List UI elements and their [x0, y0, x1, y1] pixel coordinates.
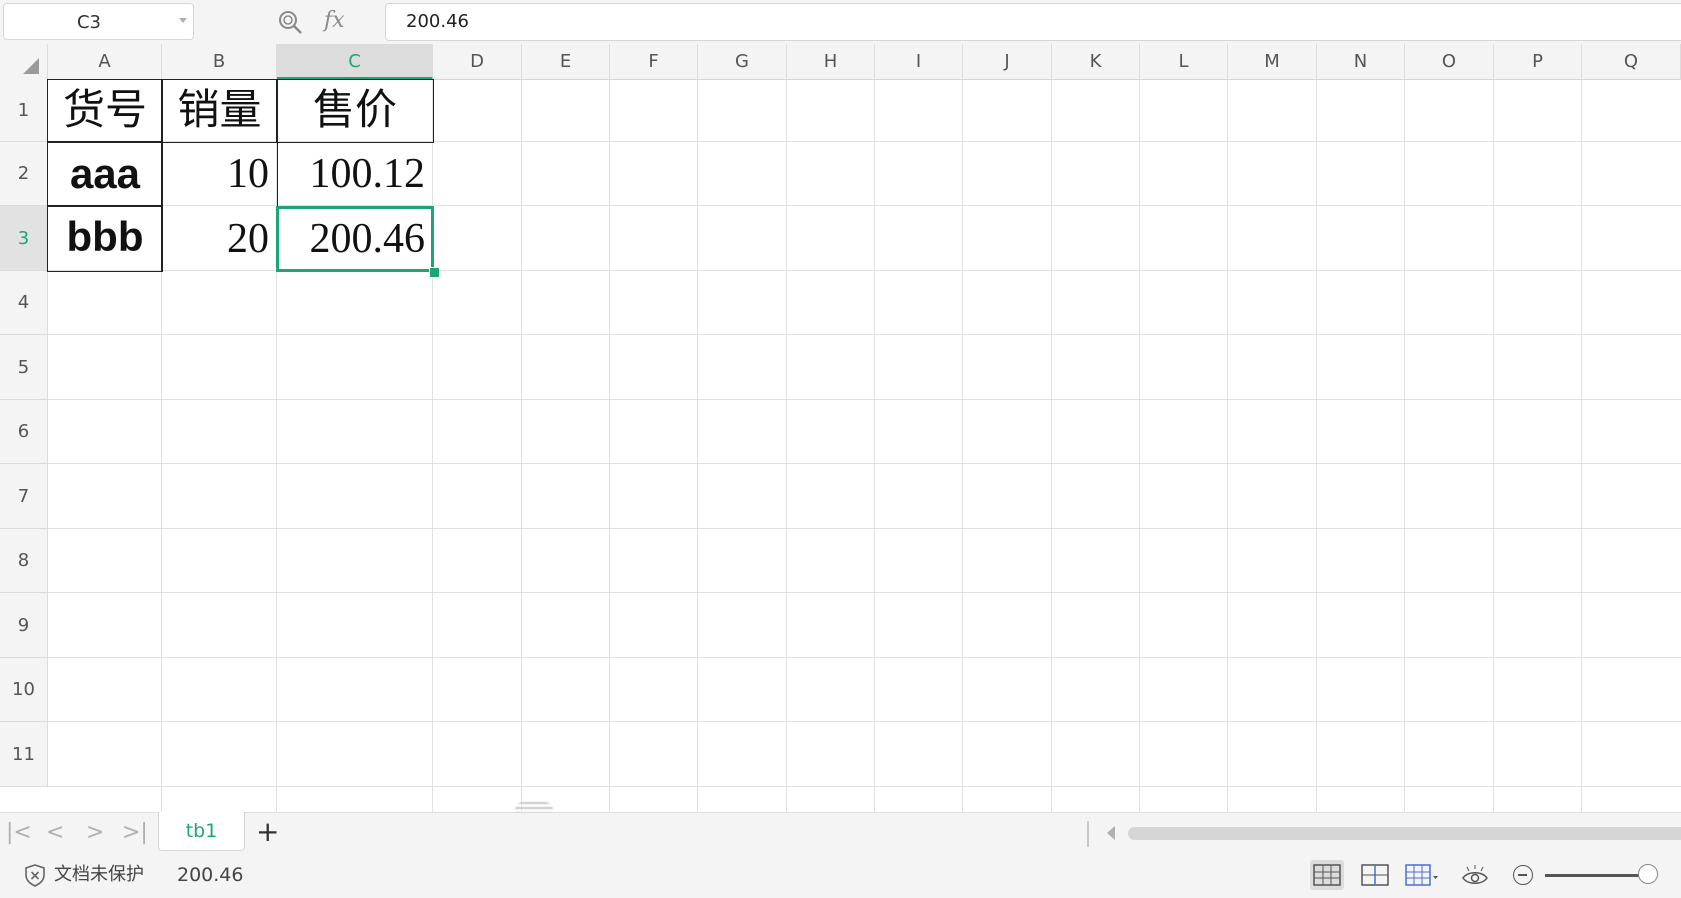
- gridline-vertical: [1493, 80, 1494, 812]
- add-sheet-button[interactable]: +: [256, 813, 279, 853]
- horizontal-scrollbar[interactable]: [1128, 827, 1681, 840]
- scroll-left-icon[interactable]: [1107, 826, 1115, 840]
- column-header-O[interactable]: O: [1405, 44, 1494, 80]
- cell-B3[interactable]: 20: [162, 206, 277, 271]
- zoom-out-icon[interactable]: [1513, 865, 1533, 885]
- column-header-row: ABCDEFGHIJKLMNOPQ: [0, 44, 1681, 80]
- row-header-10[interactable]: 10: [0, 658, 48, 722]
- first-sheet-icon[interactable]: |<: [6, 813, 32, 853]
- column-header-I[interactable]: I: [875, 44, 963, 80]
- gridline-horizontal: [48, 657, 1681, 658]
- page-layout-view-icon[interactable]: [1405, 860, 1439, 890]
- column-header-K[interactable]: K: [1052, 44, 1140, 80]
- gridline-vertical: [1404, 80, 1405, 812]
- gridline-horizontal: [48, 463, 1681, 464]
- gridline-horizontal: [48, 721, 1681, 722]
- zoom-slider-handle[interactable]: [1638, 864, 1658, 884]
- gridline-vertical: [521, 80, 522, 812]
- row-header-3[interactable]: 3: [0, 206, 48, 271]
- sheet-tab-bar: |< < > >| tb1 +: [0, 812, 1681, 852]
- protection-status[interactable]: 文档未保护: [54, 852, 144, 898]
- last-sheet-icon[interactable]: >|: [122, 813, 148, 853]
- name-box[interactable]: C3: [3, 3, 194, 40]
- column-header-G[interactable]: G: [698, 44, 787, 80]
- gridline-vertical: [874, 80, 875, 812]
- gridline-horizontal: [48, 528, 1681, 529]
- row-header-4[interactable]: 4: [0, 271, 48, 335]
- column-header-B[interactable]: B: [162, 44, 277, 80]
- formula-input[interactable]: 200.46: [385, 3, 1681, 41]
- name-box-value: C3: [76, 12, 102, 33]
- selection-value: 200.46: [177, 864, 244, 886]
- gridline-vertical: [1227, 80, 1228, 812]
- fx-icon[interactable]: fx: [324, 6, 345, 36]
- row-header-8[interactable]: 8: [0, 529, 48, 593]
- column-header-D[interactable]: D: [433, 44, 522, 80]
- gridline-horizontal: [48, 334, 1681, 335]
- spreadsheet-grid[interactable]: ABCDEFGHIJKLMNOPQ 1 2 3 4 5 6 7 8 9 10 11 货号 销量 售价…: [0, 44, 1681, 812]
- row-header-5[interactable]: 5: [0, 335, 48, 400]
- fill-handle[interactable]: [429, 267, 440, 278]
- cell-C3[interactable]: 200.46: [277, 206, 433, 271]
- gridline-vertical: [1139, 80, 1140, 812]
- gridline-vertical: [609, 80, 610, 812]
- gridline-vertical: [786, 80, 787, 812]
- chevron-down-icon[interactable]: [179, 18, 187, 23]
- gridline-horizontal: [48, 592, 1681, 593]
- gridline-vertical: [962, 80, 963, 812]
- prev-sheet-icon[interactable]: <: [46, 813, 64, 853]
- sheet-tab-tb1[interactable]: tb1: [158, 812, 245, 851]
- gridline-horizontal: [48, 786, 1681, 787]
- cell-B1[interactable]: 销量: [162, 80, 277, 142]
- column-header-A[interactable]: A: [48, 44, 162, 80]
- mouse-cursor-blur: [515, 802, 553, 812]
- column-header-Q[interactable]: Q: [1582, 44, 1681, 80]
- gridline-vertical: [1581, 80, 1582, 812]
- column-header-P[interactable]: P: [1494, 44, 1582, 80]
- row-header-9[interactable]: 9: [0, 593, 48, 658]
- eye-protection-icon[interactable]: [1458, 860, 1492, 890]
- select-all-icon: [23, 58, 39, 74]
- cell-C1[interactable]: 售价: [277, 80, 433, 142]
- cell-C2[interactable]: 100.12: [277, 142, 433, 206]
- column-header-C[interactable]: C: [277, 44, 433, 80]
- column-header-F[interactable]: F: [610, 44, 698, 80]
- column-header-J[interactable]: J: [963, 44, 1052, 80]
- select-all-corner[interactable]: [0, 44, 48, 80]
- column-header-N[interactable]: N: [1317, 44, 1405, 80]
- formula-bar: C3 fx 200.46: [0, 0, 1681, 44]
- normal-view-icon[interactable]: [1310, 860, 1344, 890]
- row-header-7[interactable]: 7: [0, 464, 48, 529]
- column-header-M[interactable]: M: [1228, 44, 1317, 80]
- cell-A1[interactable]: 货号: [48, 80, 162, 142]
- gridline-horizontal: [48, 399, 1681, 400]
- gridline-vertical: [1316, 80, 1317, 812]
- shield-icon[interactable]: [24, 863, 46, 887]
- column-header-E[interactable]: E: [522, 44, 610, 80]
- page-break-view-icon[interactable]: [1358, 860, 1392, 890]
- scroll-divider[interactable]: [1087, 821, 1089, 847]
- cell-A3[interactable]: bbb: [48, 206, 162, 271]
- gridline-vertical: [697, 80, 698, 812]
- zoom-search-icon[interactable]: [277, 9, 303, 35]
- gridline-vertical: [1051, 80, 1052, 812]
- row-header-6[interactable]: 6: [0, 400, 48, 464]
- cell-A2[interactable]: aaa: [48, 142, 162, 206]
- cell-B2[interactable]: 10: [162, 142, 277, 206]
- row-header-11[interactable]: 11: [0, 722, 48, 787]
- column-header-L[interactable]: L: [1140, 44, 1228, 80]
- status-bar: 文档未保护 200.46: [0, 852, 1681, 898]
- column-header-H[interactable]: H: [787, 44, 875, 80]
- next-sheet-icon[interactable]: >: [86, 813, 104, 853]
- row-header-2[interactable]: 2: [0, 142, 48, 206]
- row-header-1[interactable]: 1: [0, 80, 48, 142]
